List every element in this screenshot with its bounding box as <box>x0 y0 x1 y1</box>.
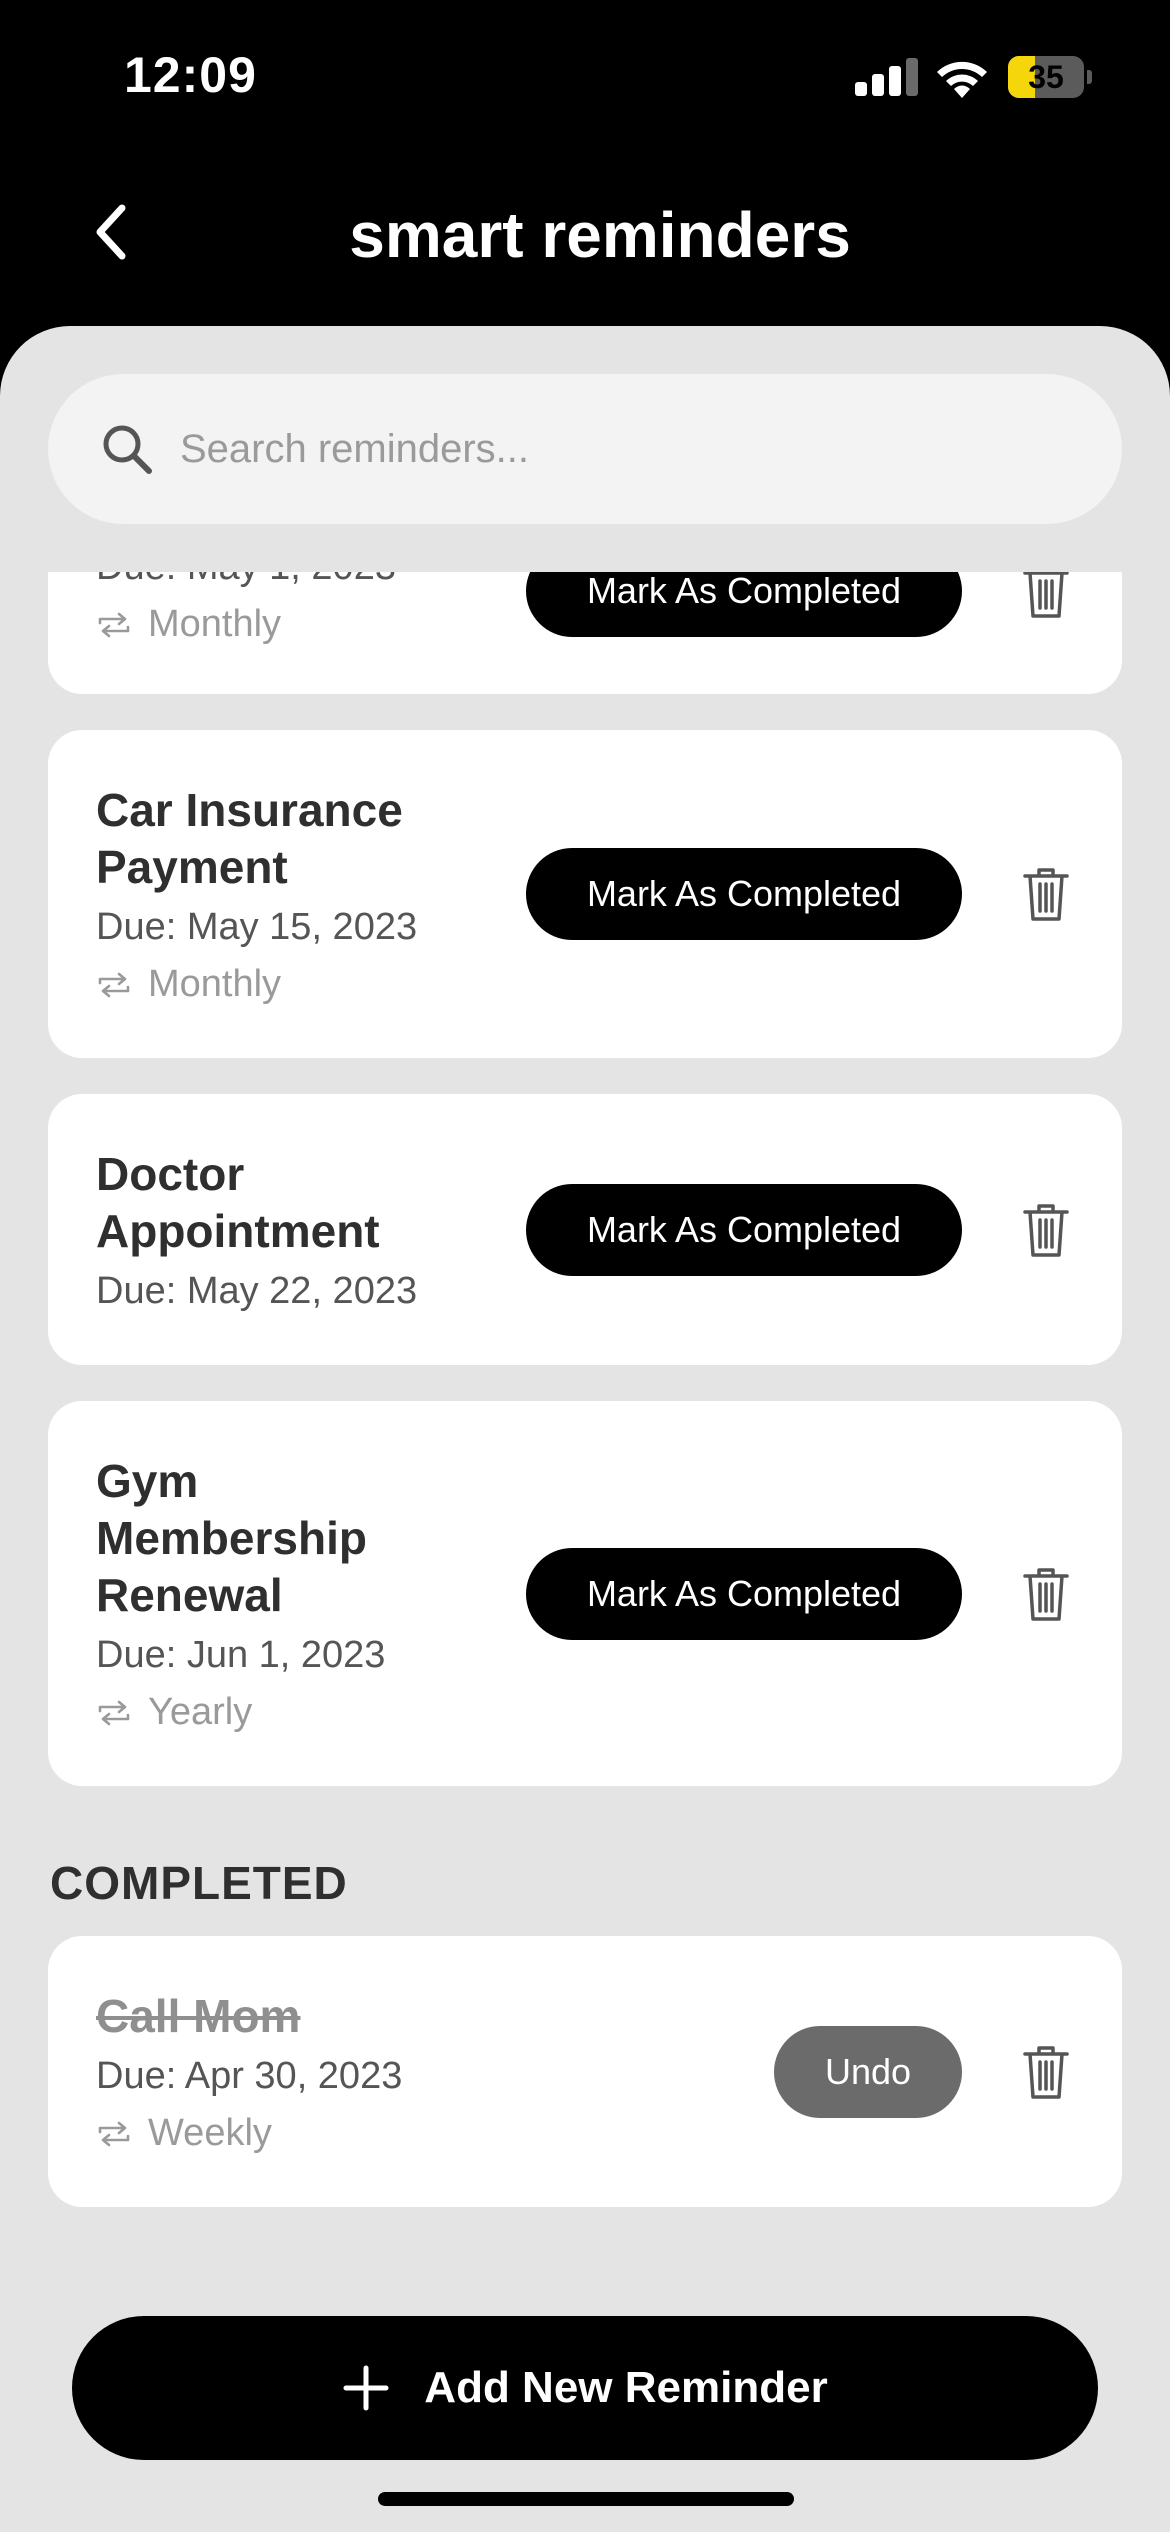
mark-completed-button[interactable]: Mark As Completed <box>526 848 962 940</box>
reminder-repeat: Monthly <box>96 603 526 646</box>
trash-icon <box>1023 1567 1069 1621</box>
delete-button[interactable] <box>1018 1564 1074 1624</box>
content-sheet: Due: May 1, 2023 Monthly Mark As Complet… <box>0 326 1170 2532</box>
battery-icon: 35 <box>1008 56 1092 98</box>
trash-icon <box>1023 868 1069 921</box>
nav-header: smart reminders <box>0 170 1170 300</box>
search-bar[interactable] <box>48 374 1122 524</box>
reminder-due: Due: May 22, 2023 <box>96 1270 418 1312</box>
reminder-card: Gym Membership Renewal Due: Jun 1, 2023 … <box>48 1401 1122 1786</box>
reminder-title: Call Mom <box>96 1990 301 2042</box>
add-reminder-button[interactable]: Add New Reminder <box>72 2316 1098 2460</box>
chevron-left-icon <box>96 204 126 260</box>
app-screen: 12:09 35 smart reminders Search reminder… <box>0 0 1170 2532</box>
wifi-icon <box>937 61 987 98</box>
undo-button[interactable]: Undo <box>774 2025 962 2118</box>
reminder-repeat: Yearly <box>96 1691 526 1734</box>
reminder-repeat-label: Monthly <box>148 963 282 1005</box>
home-indicator <box>378 2492 794 2506</box>
trash-icon <box>1023 572 1069 618</box>
repeat-icon <box>98 612 130 637</box>
search-icon <box>103 425 152 474</box>
status-time: 12:09 <box>124 47 257 103</box>
reminder-repeat: Monthly <box>96 963 526 1006</box>
battery-level: 35 <box>1028 59 1064 95</box>
delete-button[interactable] <box>1018 2042 1074 2102</box>
mark-completed-button[interactable]: Mark As Completed <box>526 1547 962 1640</box>
reminder-due: Due: Apr 30, 2023 <box>96 2055 403 2097</box>
reminder-due: Due: May 1, 2023 <box>96 572 526 589</box>
repeat-icon <box>98 972 130 997</box>
trash-icon <box>1023 2045 1069 2099</box>
reminder-due: Due: May 15, 2023 <box>96 906 418 948</box>
delete-button[interactable] <box>1018 864 1074 924</box>
mark-completed-button[interactable]: Mark As Completed <box>526 1183 962 1276</box>
reminder-title: Doctor Appointment <box>96 1148 380 1257</box>
delete-button[interactable] <box>1018 1200 1074 1260</box>
delete-button[interactable] <box>1018 572 1074 621</box>
reminder-due: Due: Jun 1, 2023 <box>96 1634 386 1676</box>
reminder-card: Car Insurance Payment Due: May 15, 2023 … <box>48 730 1122 1058</box>
trash-icon <box>1023 1203 1069 1257</box>
reminder-card-partial: Due: May 1, 2023 Monthly Mark As Complet… <box>48 572 1122 694</box>
reminder-list[interactable]: Due: May 1, 2023 Monthly Mark As Complet… <box>0 572 1170 2532</box>
back-button[interactable] <box>70 192 150 272</box>
completed-reminder-card: Call Mom Due: Apr 30, 2023 Weekly Undo <box>48 1936 1122 2207</box>
mark-completed-button[interactable]: Mark As Completed <box>526 572 962 637</box>
reminder-repeat-label: Yearly <box>148 1691 253 1733</box>
search-input[interactable] <box>180 426 1030 472</box>
reminder-repeat: Weekly <box>96 2112 774 2155</box>
reminder-title: Gym Membership Renewal <box>96 1455 367 1621</box>
repeat-icon <box>98 2121 130 2146</box>
cellular-signal-icon <box>855 58 918 96</box>
page-title: smart reminders <box>349 199 851 271</box>
reminder-repeat-label: Weekly <box>148 2112 272 2154</box>
add-reminder-label: Add New Reminder <box>424 2363 828 2412</box>
reminder-title: Car Insurance Payment <box>96 784 403 893</box>
status-bar: 12:09 35 <box>0 0 1170 150</box>
completed-section-heading: COMPLETED <box>50 1857 348 1909</box>
repeat-icon <box>98 1700 130 1725</box>
plus-icon <box>343 2365 389 2411</box>
reminder-card: Doctor Appointment Due: May 22, 2023 Mar… <box>48 1094 1122 1365</box>
reminder-repeat-label: Monthly <box>148 603 282 645</box>
